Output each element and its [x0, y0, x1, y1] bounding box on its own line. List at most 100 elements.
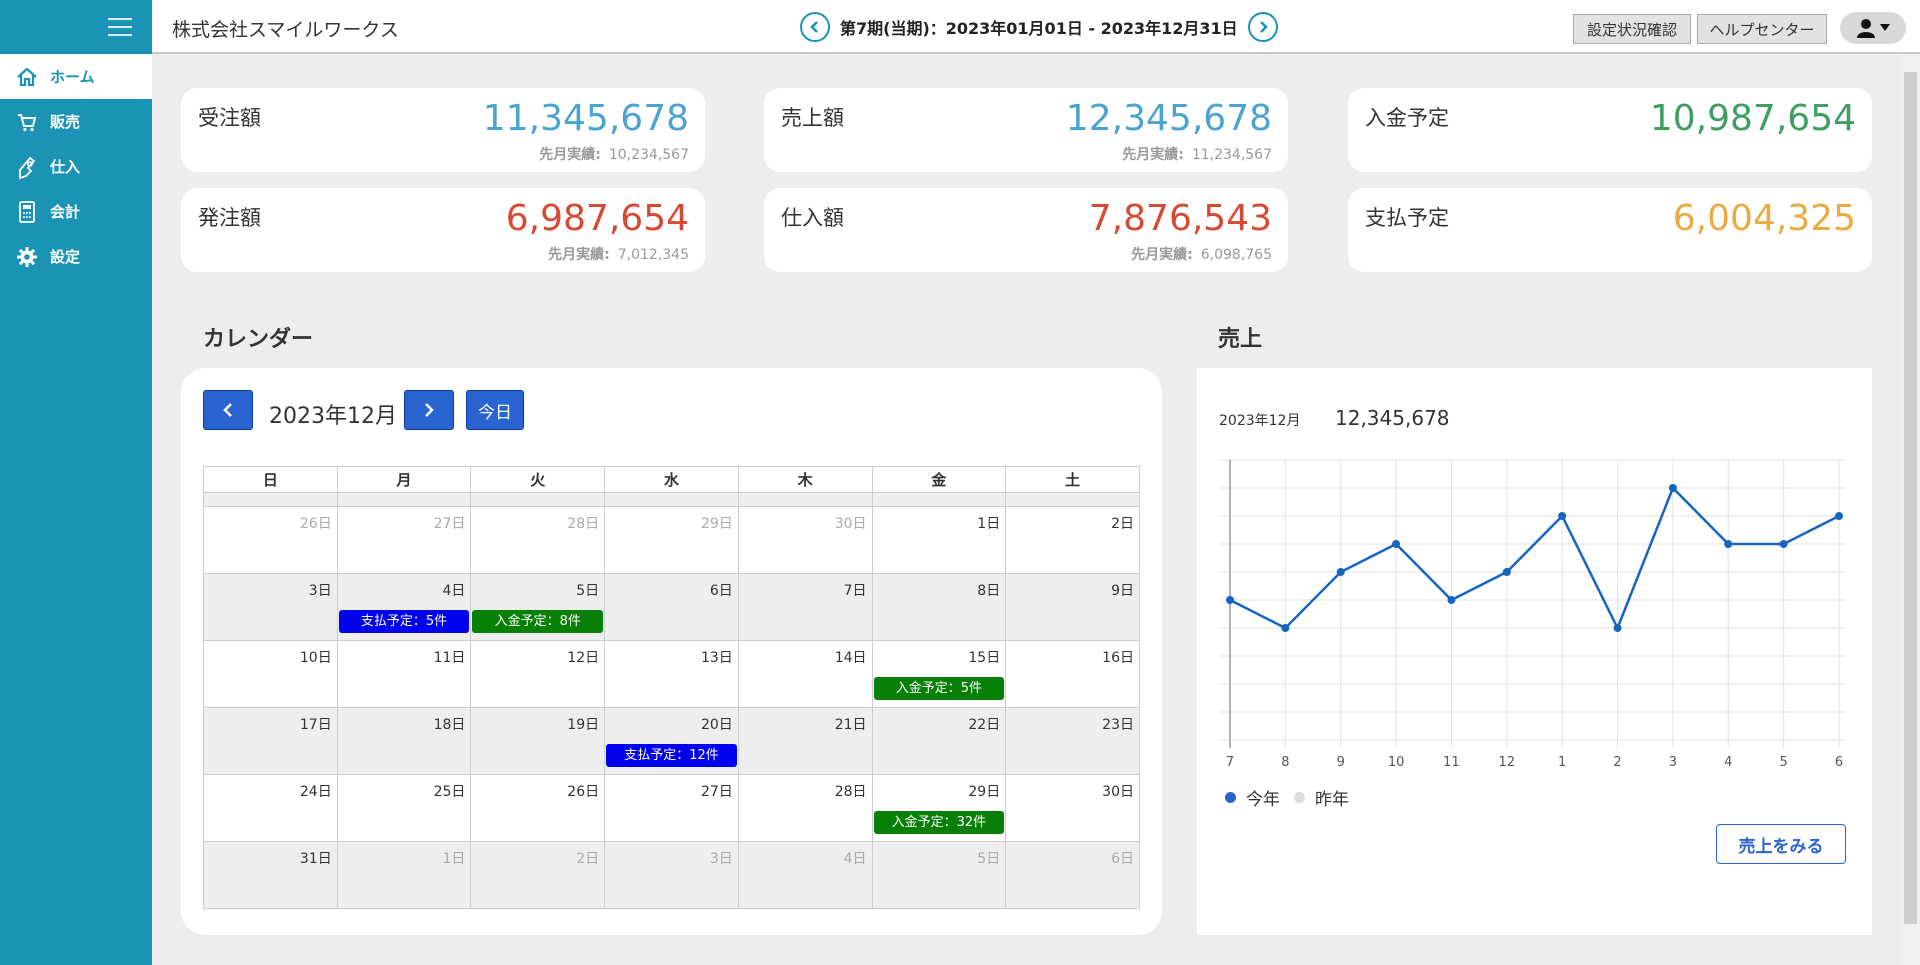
- data-point[interactable]: [1447, 596, 1456, 604]
- calendar-day-cell[interactable]: 2日: [1005, 506, 1140, 574]
- see-sales-button[interactable]: 売上をみる: [1716, 824, 1846, 864]
- user-menu-button[interactable]: [1840, 12, 1906, 44]
- calendar-day-cell[interactable]: 30日: [1005, 774, 1140, 842]
- calendar-day-cell[interactable]: 27日: [336, 506, 472, 574]
- calendar-day-cell[interactable]: 12日: [470, 640, 606, 708]
- purchases-prev: 先月実績: 6,098,765: [1131, 244, 1272, 264]
- calendar-day-cell[interactable]: 21日: [737, 707, 873, 775]
- calendar-day-cell[interactable]: 5日 入金予定：8件: [470, 573, 606, 641]
- calendar-day-cell[interactable]: 13日: [604, 640, 739, 708]
- data-point[interactable]: [1668, 484, 1677, 492]
- data-point[interactable]: [1835, 512, 1843, 520]
- calendar-day-cell[interactable]: 14日: [737, 640, 873, 708]
- calendar-day-cell[interactable]: 23日: [1005, 707, 1140, 775]
- calendar-day-cell[interactable]: 8日: [871, 573, 1007, 641]
- incoming-label: 入金予定: [1365, 106, 1449, 130]
- calendar-day-cell[interactable]: 25日: [336, 774, 472, 842]
- today-button[interactable]: 今日: [466, 390, 524, 430]
- calendar-day-cell[interactable]: 9日: [1005, 573, 1140, 641]
- sales-value: 12,345,678: [1065, 98, 1272, 139]
- calendar-day-cell[interactable]: 27日: [604, 774, 739, 842]
- calendar-day-cell[interactable]: 24日: [203, 774, 338, 842]
- payments-label: 支払予定: [1365, 206, 1449, 230]
- next-period-button[interactable]: [1247, 12, 1278, 42]
- spacer-cell: [470, 492, 606, 507]
- weekday-header: 金: [871, 466, 1007, 493]
- calendar-day-cell[interactable]: 20日 支払予定：12件: [604, 707, 739, 775]
- day-number: 2日: [576, 851, 600, 867]
- calendar-day-cell[interactable]: 7日: [737, 573, 873, 641]
- data-point[interactable]: [1226, 596, 1234, 604]
- day-number: 21日: [834, 717, 867, 733]
- purchases-label: 仕入額: [781, 206, 844, 230]
- calendar-day-cell[interactable]: 28日: [470, 506, 606, 574]
- help-center-button[interactable]: ヘルプセンター: [1697, 14, 1827, 44]
- payment-event[interactable]: 支払予定：5件: [338, 610, 470, 633]
- data-point[interactable]: [1392, 540, 1401, 548]
- scrollbar-thumb[interactable]: [1904, 72, 1917, 924]
- chart-legend: 今年 昨年: [1225, 785, 1349, 810]
- sidebar-item-accounting[interactable]: 会計: [0, 189, 152, 234]
- x-tick-label: 8: [1281, 755, 1289, 770]
- vertical-scrollbar[interactable]: [1901, 54, 1920, 965]
- payment-event[interactable]: 支払予定：12件: [606, 744, 737, 767]
- day-number: 19日: [567, 717, 600, 733]
- day-number: 27日: [433, 516, 466, 532]
- data-point[interactable]: [1613, 624, 1622, 632]
- data-point[interactable]: [1281, 624, 1290, 632]
- prev-period-button[interactable]: [800, 12, 830, 42]
- incoming-value: 10,987,654: [1649, 98, 1856, 139]
- data-point[interactable]: [1336, 568, 1345, 576]
- calendar-day-cell[interactable]: 22日: [871, 707, 1007, 775]
- calendar-day-cell[interactable]: 31日: [203, 841, 338, 909]
- sidebar-item-sales[interactable]: 販売: [0, 99, 152, 144]
- settings-status-button[interactable]: 設定状況確認: [1573, 14, 1691, 44]
- weekday-header: 日: [203, 466, 338, 493]
- day-number: 30日: [1102, 784, 1134, 800]
- calendar-day-cell[interactable]: 29日: [604, 506, 739, 574]
- calendar-day-cell[interactable]: 30日: [737, 506, 873, 574]
- calendar-day-cell[interactable]: 6日: [604, 573, 739, 641]
- calendar-day-cell[interactable]: 11日: [336, 640, 472, 708]
- purchases-value: 7,876,543: [1088, 198, 1272, 239]
- calendar-day-cell[interactable]: 6日: [1005, 841, 1140, 909]
- data-point[interactable]: [1502, 568, 1511, 576]
- data-point[interactable]: [1724, 540, 1733, 548]
- data-point[interactable]: [1779, 540, 1788, 548]
- calendar-day-cell[interactable]: 26日: [470, 774, 606, 842]
- calendar-day-cell[interactable]: 2日: [470, 841, 606, 909]
- x-tick-label: 3: [1669, 755, 1677, 770]
- calendar-day-cell[interactable]: 4日 支払予定：5件: [336, 573, 472, 641]
- hamburger-menu-icon[interactable]: [108, 18, 132, 36]
- next-month-button[interactable]: [404, 390, 454, 430]
- legend-this-year: 今年: [1246, 790, 1280, 810]
- calendar-day-cell[interactable]: 3日: [203, 573, 338, 641]
- receipt-event[interactable]: 入金予定：32件: [873, 811, 1005, 834]
- calendar-day-cell[interactable]: 17日: [203, 707, 338, 775]
- day-number: 18日: [433, 717, 466, 733]
- receipt-event[interactable]: 入金予定：5件: [873, 677, 1005, 700]
- calendar-day-cell[interactable]: 19日: [470, 707, 606, 775]
- calendar-day-cell[interactable]: 26日: [203, 506, 338, 574]
- data-point[interactable]: [1558, 512, 1567, 520]
- calendar-day-cell[interactable]: 10日: [203, 640, 338, 708]
- calendar-day-cell[interactable]: 15日 入金予定：5件: [871, 640, 1007, 708]
- calendar-day-cell[interactable]: 3日: [604, 841, 739, 909]
- sidebar-item-settings[interactable]: 設定: [0, 234, 152, 279]
- calendar-day-cell[interactable]: 16日: [1005, 640, 1140, 708]
- prev-month-button[interactable]: [203, 390, 253, 430]
- calendar-day-cell[interactable]: 1日: [871, 506, 1007, 574]
- calendar-day-cell[interactable]: 1日: [336, 841, 472, 909]
- x-tick-label: 6: [1835, 755, 1843, 770]
- calendar-day-cell[interactable]: 4日: [737, 841, 873, 909]
- sidebar-item-purchase[interactable]: 仕入: [0, 144, 152, 189]
- day-number: 17日: [299, 717, 332, 733]
- x-tick-label: 2: [1613, 755, 1621, 770]
- calendar-day-cell[interactable]: 5日: [871, 841, 1007, 909]
- receipt-event[interactable]: 入金予定：8件: [472, 610, 604, 633]
- calendar-day-cell[interactable]: 28日: [737, 774, 873, 842]
- calendar-day-cell[interactable]: 18日: [336, 707, 472, 775]
- x-tick-label: 10: [1388, 755, 1405, 770]
- calendar-day-cell[interactable]: 29日 入金予定：32件: [871, 774, 1007, 842]
- sidebar-item-home[interactable]: ホーム: [0, 54, 152, 99]
